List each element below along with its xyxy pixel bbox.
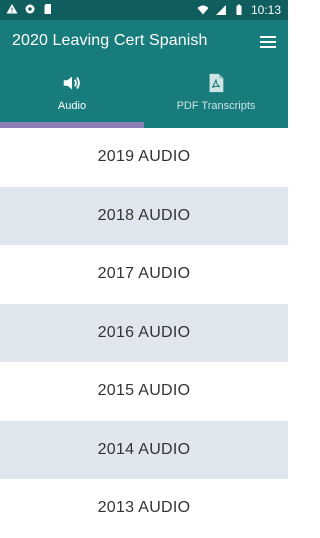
pdf-icon (209, 73, 224, 93)
wifi-icon (197, 5, 209, 15)
list-item[interactable]: 2013 AUDIO (0, 479, 288, 538)
signal-icon (215, 5, 226, 15)
settings-icon (25, 4, 35, 14)
list-item[interactable]: 2019 AUDIO (0, 128, 288, 187)
tab-audio-label: Audio (57, 100, 87, 112)
audio-list: 2019 AUDIO 2018 AUDIO 2017 AUDIO 2016 AU… (0, 128, 288, 538)
list-item[interactable]: 2017 AUDIO (0, 245, 288, 304)
list-item[interactable]: 2015 AUDIO (0, 362, 288, 421)
tab-bar: Audio PDF Transcripts (0, 64, 288, 128)
tab-pdf-label: PDF Transcripts (176, 100, 256, 112)
status-time: 10:13 (250, 3, 281, 17)
battery-icon (236, 4, 242, 15)
tab-audio[interactable]: Audio (0, 64, 144, 128)
app-bar: 2020 Leaving Cert Spanish (0, 20, 288, 64)
sdcard-icon (44, 4, 51, 14)
volume-icon (63, 76, 80, 90)
warning-icon (6, 4, 18, 14)
menu-icon[interactable] (260, 36, 276, 48)
app-title: 2020 Leaving Cert Spanish (12, 32, 208, 49)
list-item[interactable]: 2014 AUDIO (0, 420, 288, 479)
tab-pdf-transcripts[interactable]: PDF Transcripts (144, 64, 288, 128)
status-bar: 10:13 (0, 0, 288, 20)
list-item[interactable]: 2016 AUDIO (0, 303, 288, 362)
list-item[interactable]: 2018 AUDIO (0, 186, 288, 245)
